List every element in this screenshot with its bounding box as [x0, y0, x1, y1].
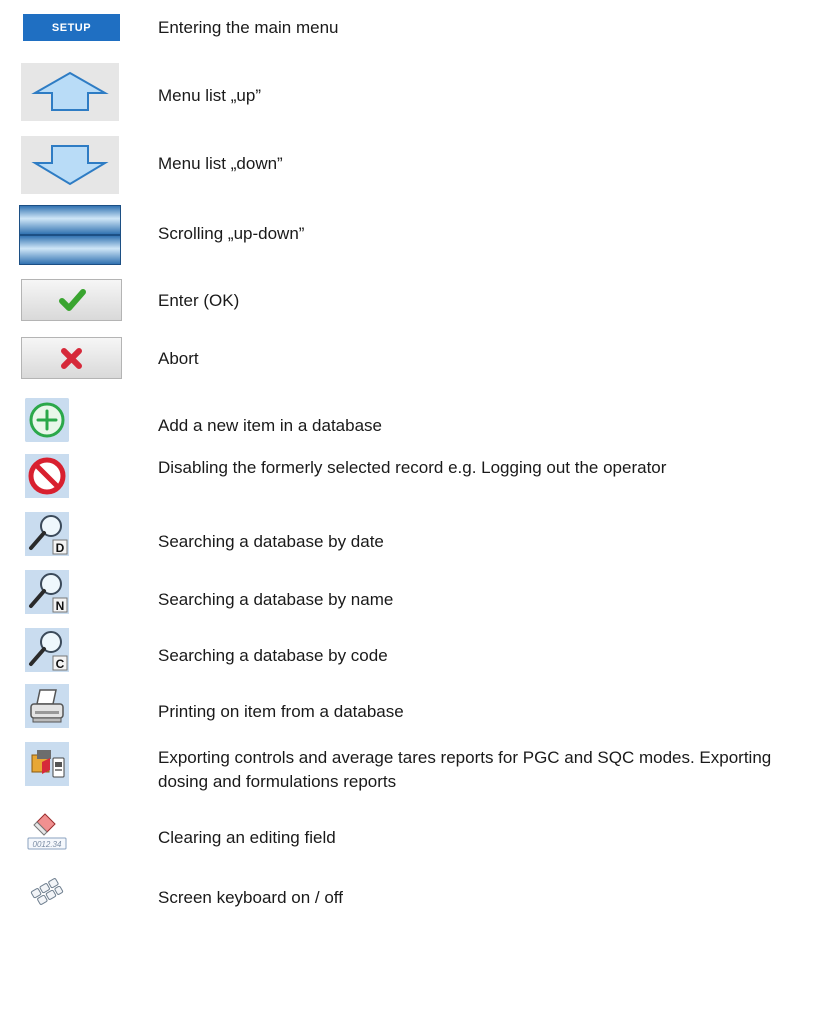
legend-text: Clearing an editing field [158, 828, 336, 847]
legend-text: Abort [158, 349, 199, 368]
setup-button-icon: SETUP [23, 14, 120, 41]
legend-text: Disabling the formerly selected record e… [158, 458, 667, 477]
checkmark-icon [21, 279, 122, 321]
legend-text: Menu list „down” [158, 154, 283, 173]
legend-text: Searching a database by code [158, 646, 388, 665]
search-date-icon: D [25, 512, 69, 556]
legend-text: Menu list „up” [158, 86, 261, 105]
eraser-clear-icon: 0012.34 [25, 810, 69, 854]
search-code-icon: C [25, 628, 69, 672]
disable-no-icon [25, 454, 69, 498]
legend-text: Scrolling „up-down” [158, 224, 305, 243]
add-plus-icon [25, 398, 69, 442]
search-letter-d: D [56, 541, 65, 555]
printer-icon [25, 684, 69, 728]
search-letter-c: C [56, 657, 65, 671]
legend-text: Enter (OK) [158, 291, 240, 310]
search-letter-n: N [56, 599, 65, 613]
arrow-up-icon [21, 63, 119, 121]
legend-text: Printing on item from a database [158, 702, 404, 721]
scroll-up-down-icon [19, 205, 121, 265]
export-reports-icon [25, 742, 69, 786]
legend-text: Searching a database by name [158, 590, 394, 609]
search-name-icon: N [25, 570, 69, 614]
legend-text: Screen keyboard on / off [158, 888, 343, 907]
arrow-down-icon [21, 136, 119, 194]
legend-text: Exporting controls and average tares rep… [158, 748, 772, 791]
legend-text: Searching a database by date [158, 532, 384, 551]
abort-x-icon [21, 337, 122, 379]
setup-label: SETUP [51, 21, 92, 34]
legend-text: Entering the main menu [158, 18, 339, 37]
keyboard-icon [25, 870, 69, 914]
legend-text: Add a new item in a database [158, 416, 382, 435]
eraser-field-text: 0012.34 [33, 840, 62, 849]
